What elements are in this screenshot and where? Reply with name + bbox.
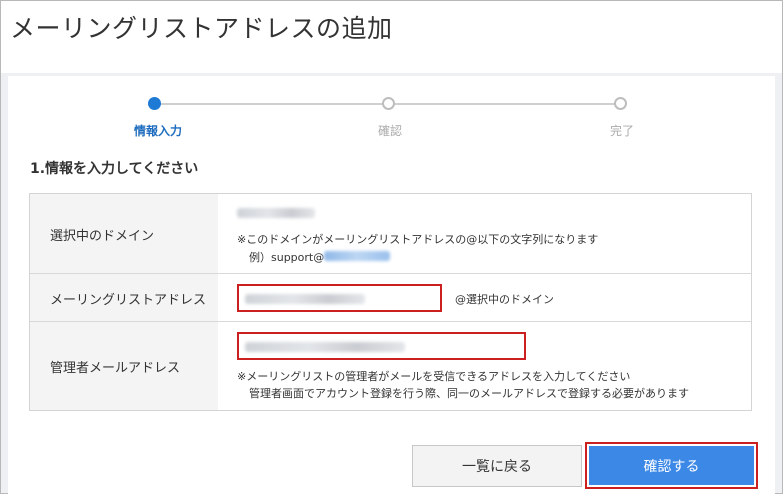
step-dot-input	[148, 97, 161, 110]
step-label-confirm: 確認	[377, 124, 402, 138]
example-domain-value	[324, 251, 390, 261]
section-title: 1.情報を入力してください	[30, 161, 199, 177]
domain-row: 選択中のドメイン ※このドメインがメーリングリストアドレスの@以下の文字列になり…	[30, 194, 751, 274]
address-input-value	[245, 294, 365, 304]
step-label-input: 情報入力	[133, 124, 182, 138]
header: メーリングリストアドレスの追加	[1, 1, 782, 73]
address-label: メーリングリストアドレス	[50, 293, 207, 308]
selected-domain-value	[237, 208, 315, 218]
admin-email-row: 管理者メールアドレス ※メーリングリストの管理者がメールを受信できるアドレスを入…	[30, 322, 751, 410]
step-dot-complete	[614, 97, 627, 110]
admin-note-line1: ※メーリングリストの管理者がメールを受信できるアドレスを入力してください	[237, 370, 631, 383]
confirm-button[interactable]: 確認する	[589, 446, 754, 485]
domain-label: 選択中のドメイン	[50, 229, 155, 244]
step-label-complete: 完了	[609, 124, 634, 138]
domain-note-line1: ※このドメインがメーリングリストアドレスの@以下の文字列になります	[237, 233, 599, 246]
admin-email-input-value	[245, 342, 405, 352]
mailing-list-address-input[interactable]	[237, 284, 442, 312]
address-row: メーリングリストアドレス @選択中のドメイン	[30, 274, 751, 322]
domain-note-example: 例）support@	[249, 251, 325, 264]
stepper-line-1	[160, 103, 382, 105]
admin-email-label: 管理者メールアドレス	[50, 361, 181, 376]
form-table: 選択中のドメイン ※このドメインがメーリングリストアドレスの@以下の文字列になり…	[29, 193, 752, 411]
stepper-line-2	[394, 103, 616, 105]
admin-email-input[interactable]	[237, 332, 526, 360]
step-dot-confirm	[382, 97, 395, 110]
page-title: メーリングリストアドレスの追加	[10, 14, 393, 43]
back-to-list-button[interactable]: 一覧に戻る	[412, 445, 582, 487]
admin-note-line2: 管理者画面でアカウント登録を行う際、同一のメールアドレスで登録する必要があります	[249, 387, 689, 400]
address-domain-suffix: @選択中のドメイン	[455, 293, 554, 306]
